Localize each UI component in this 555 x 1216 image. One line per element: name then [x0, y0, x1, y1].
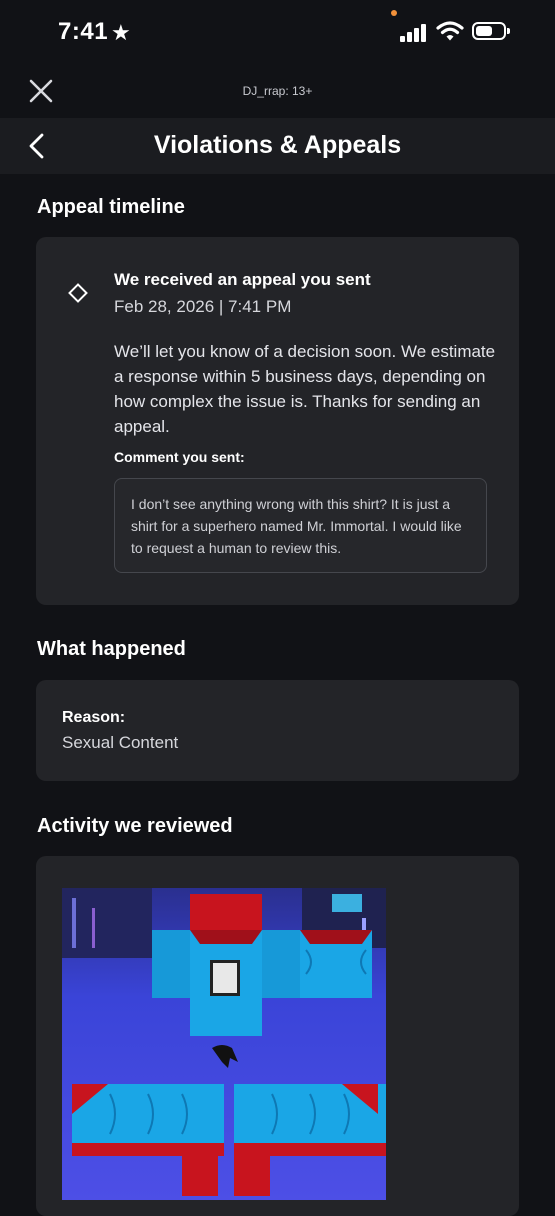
page-title: Violations & Appeals: [153, 131, 402, 159]
reason-value: Sexual Content: [62, 733, 179, 752]
what-happened-heading: What happened: [37, 638, 186, 660]
page-header: Violations & Appeals: [0, 118, 555, 174]
cellular-signal-icon: [400, 24, 428, 42]
star-icon: ★: [111, 20, 131, 45]
shirt-template-image[interactable]: [62, 888, 386, 1200]
wifi-icon: [436, 21, 464, 41]
privacy-indicator-dot: [391, 10, 397, 16]
activity-heading: Activity we reviewed: [37, 815, 233, 837]
account-label: DJ_rrap: 13+: [242, 84, 313, 98]
comment-label: Comment you sent:: [114, 449, 245, 465]
status-time: 7:41: [58, 18, 109, 45]
battery-icon: [472, 22, 510, 40]
status-bar: 7:41 ★: [0, 0, 555, 66]
top-bar: DJ_rrap: 13+: [0, 66, 555, 118]
timeline-event-body: We’ll let you know of a decision soon. W…: [114, 342, 496, 436]
appeal-timeline-heading: Appeal timeline: [37, 196, 185, 218]
what-happened-card: [36, 680, 519, 781]
comment-box: I don’t see anything wrong with this shi…: [114, 478, 487, 573]
reason-label: Reason:: [62, 709, 126, 726]
timeline-event-title: We received an appeal you sent: [114, 270, 371, 289]
timeline-event-date: Feb 28, 2026 | 7:41 PM: [114, 297, 292, 316]
comment-text: I don’t see anything wrong with this shi…: [131, 496, 462, 556]
